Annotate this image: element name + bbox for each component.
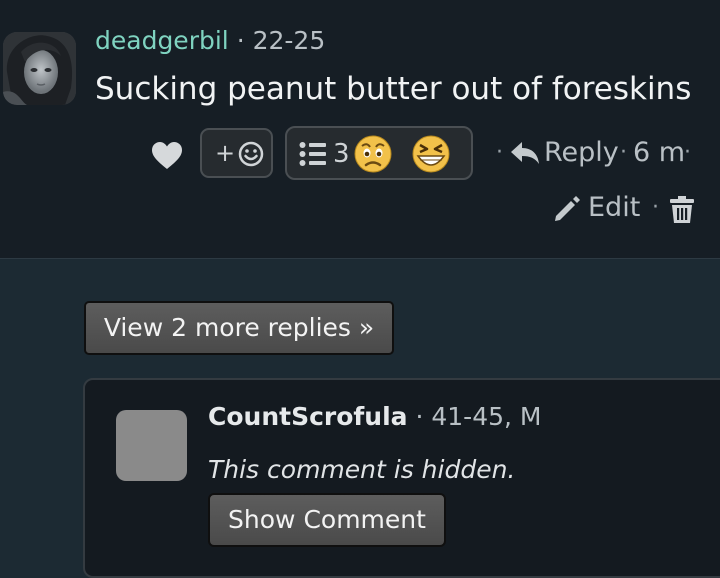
- reply-arrow-icon: [511, 142, 539, 164]
- comment-meta: deadgerbil · 22-25: [95, 26, 325, 55]
- action-separator: ·: [496, 140, 503, 165]
- comment-card: deadgerbil · 22-25 Sucking peanut butter…: [0, 0, 720, 259]
- plus-label: +: [215, 139, 236, 167]
- add-reaction-button[interactable]: +: [200, 128, 273, 178]
- worried-face-emoji: [354, 135, 392, 173]
- pencil-icon: [555, 196, 580, 221]
- avatar[interactable]: [116, 410, 187, 481]
- meta-separator: ·: [236, 26, 245, 55]
- list-icon: [299, 142, 326, 166]
- reactions-summary[interactable]: 3: [285, 126, 473, 180]
- username[interactable]: deadgerbil: [95, 26, 229, 55]
- trash-icon[interactable]: [669, 196, 695, 228]
- comment-body: Sucking peanut butter out of foreskins: [95, 71, 692, 107]
- hidden-comment-notice: This comment is hidden.: [208, 455, 516, 484]
- reaction-count: 3: [333, 139, 350, 169]
- heart-icon[interactable]: [151, 141, 183, 171]
- grinning-squint-emoji: [412, 135, 450, 173]
- timestamp: 6 m: [633, 137, 686, 168]
- action-separator: ·: [684, 140, 691, 165]
- action-separator: ·: [652, 195, 659, 220]
- comment-meta: CountScrofula · 41-45, M: [208, 402, 541, 431]
- smiley-icon: [238, 141, 264, 167]
- view-more-replies-button[interactable]: View 2 more replies »: [84, 301, 394, 355]
- action-separator: ·: [620, 140, 627, 165]
- username[interactable]: CountScrofula: [208, 402, 408, 431]
- reply-label: Reply: [544, 137, 619, 168]
- user-details: · 41-45, M: [415, 402, 542, 431]
- avatar[interactable]: [3, 32, 76, 105]
- age-range: 22-25: [252, 26, 326, 55]
- edit-label: Edit: [588, 192, 641, 223]
- show-comment-button[interactable]: Show Comment: [208, 493, 446, 547]
